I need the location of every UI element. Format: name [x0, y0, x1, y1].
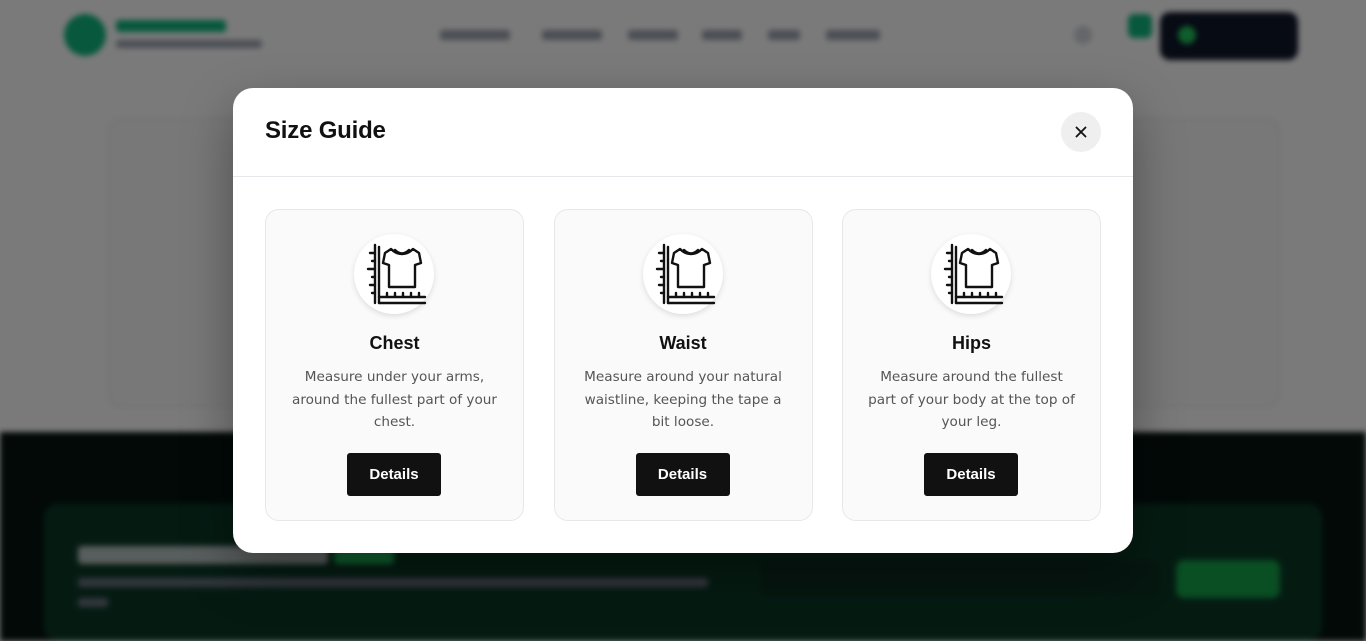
- details-button-waist[interactable]: Details: [635, 453, 730, 496]
- size-chart-icon: [931, 234, 1011, 314]
- card-description: Measure around the fullest part of your …: [868, 369, 1075, 430]
- measurement-card-chest: Chest Measure under your arms, around th…: [265, 209, 524, 521]
- details-button-hips[interactable]: Details: [924, 453, 1018, 496]
- card-description: Measure around your natural waistline, k…: [584, 369, 782, 430]
- close-icon: [1075, 126, 1087, 138]
- card-title: Chest: [369, 333, 420, 353]
- size-chart-icon: [642, 234, 723, 314]
- measurement-card-hips: Hips Measure around the fullest part of …: [842, 209, 1101, 521]
- size-chart-icon: [354, 234, 434, 314]
- card-description: Measure under your arms, around the full…: [292, 369, 497, 430]
- modal-title: Size Guide: [265, 117, 386, 144]
- details-button-chest[interactable]: Details: [347, 453, 441, 496]
- close-button[interactable]: [1061, 112, 1101, 152]
- size-guide-modal: Size Guide Chest Measure under your arms…: [233, 88, 1133, 553]
- measurement-cards: Chest Measure under your arms, around th…: [265, 209, 1101, 521]
- measurement-card-waist: Waist Measure around your natural waistl…: [553, 209, 813, 521]
- card-title: Waist: [659, 333, 707, 353]
- modal-header: Size Guide: [233, 88, 1133, 177]
- card-title: Hips: [951, 333, 991, 353]
